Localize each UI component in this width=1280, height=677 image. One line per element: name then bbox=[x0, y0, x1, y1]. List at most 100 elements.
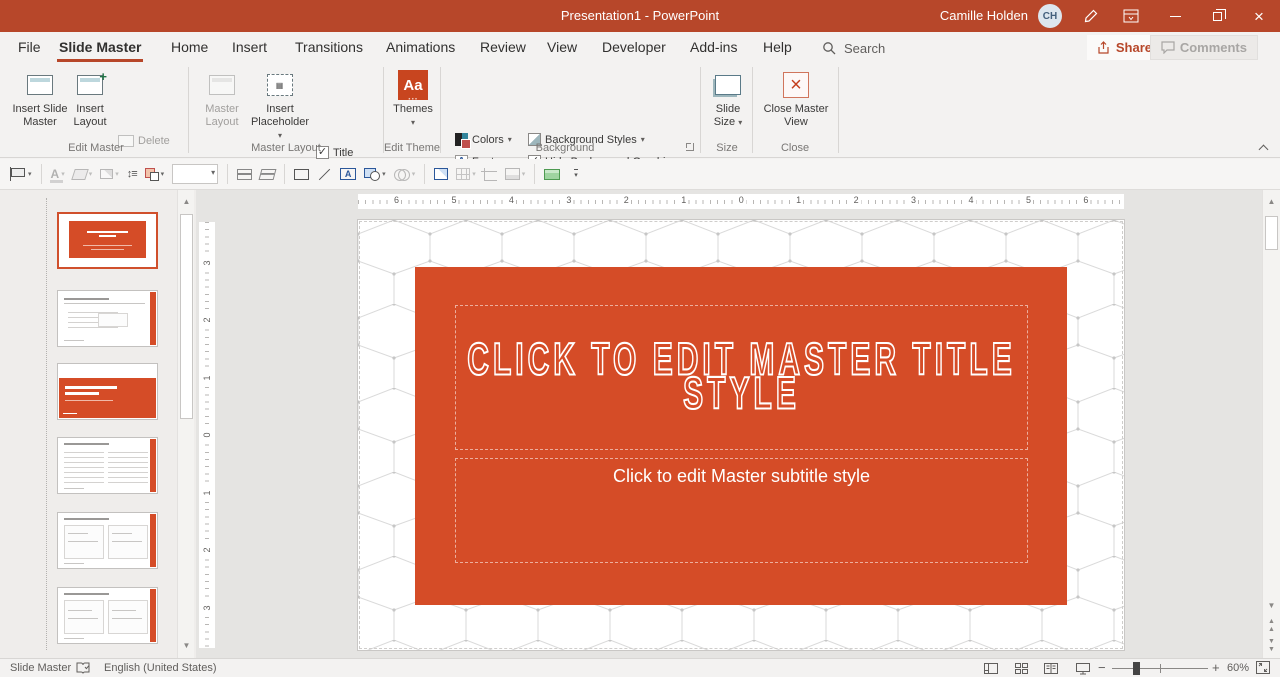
master-layout-icon bbox=[209, 75, 235, 95]
zoom-level-label[interactable]: 60% bbox=[1227, 659, 1249, 677]
shapes-icon[interactable]: ▾ bbox=[360, 162, 390, 186]
hruler-number: 5 bbox=[449, 195, 458, 205]
close-master-view-button[interactable]: × Close Master View bbox=[758, 67, 834, 145]
master-layout-button[interactable]: Master Layout bbox=[196, 67, 248, 145]
tab-review[interactable]: Review bbox=[478, 32, 528, 62]
thumbnail-scroll-up-icon[interactable]: ▲ bbox=[179, 194, 194, 210]
tab-view[interactable]: View bbox=[545, 32, 579, 62]
title-slide-background-shape[interactable]: CLICK TO EDIT MASTER TITLE STYLE Click t… bbox=[415, 267, 1067, 605]
tab-animations[interactable]: Animations bbox=[384, 32, 457, 62]
edit-shape-icon[interactable] bbox=[430, 162, 452, 186]
crop-icon[interactable] bbox=[480, 162, 501, 186]
insert-layout-icon: + bbox=[77, 75, 103, 95]
hruler-number: 1 bbox=[679, 195, 688, 205]
picture-icon[interactable]: ▾ bbox=[501, 162, 530, 186]
zoom-slider-handle[interactable] bbox=[1133, 662, 1140, 675]
slide-sorter-view-icon[interactable] bbox=[1010, 661, 1032, 676]
change-shape-color-icon[interactable]: ▾ bbox=[141, 162, 169, 186]
background-dialog-launcher-icon[interactable] bbox=[686, 143, 694, 151]
shape-outline-icon[interactable]: ▾ bbox=[96, 162, 123, 186]
line-shape-icon[interactable] bbox=[313, 162, 336, 186]
zoom-out-button[interactable]: − bbox=[1098, 659, 1106, 677]
tab-help[interactable]: Help bbox=[761, 32, 794, 62]
line-spacing-icon[interactable]: ↕≡ bbox=[123, 162, 141, 186]
vruler-number: 2 bbox=[202, 312, 212, 328]
tab-transitions[interactable]: Transitions bbox=[293, 32, 365, 62]
layout-options-icon[interactable]: ▾ bbox=[6, 162, 36, 186]
insert-placeholder-button[interactable]: ▦ Insert Placeholder ▾ bbox=[248, 67, 312, 145]
close-master-view-icon: × bbox=[783, 72, 809, 98]
proofing-icon[interactable] bbox=[76, 662, 90, 674]
toolbar-overflow-icon[interactable]: ▾ bbox=[570, 162, 582, 186]
user-name[interactable]: Camille Holden bbox=[940, 0, 1028, 32]
master-title-placeholder[interactable]: CLICK TO EDIT MASTER TITLE STYLE bbox=[455, 305, 1028, 450]
comments-button[interactable]: Comments bbox=[1150, 35, 1258, 60]
group-separator bbox=[838, 67, 839, 153]
font-color-icon[interactable]: A▾ bbox=[47, 162, 69, 186]
minimize-button[interactable] bbox=[1154, 0, 1196, 32]
master-title-line-2: STYLE bbox=[683, 369, 800, 420]
restore-button[interactable] bbox=[1196, 0, 1238, 32]
shape-fill-icon[interactable]: ▾ bbox=[69, 162, 97, 186]
main-scrollbar-thumb[interactable] bbox=[1265, 216, 1278, 250]
tab-file[interactable]: File bbox=[16, 32, 43, 62]
slideshow-view-icon[interactable] bbox=[1072, 661, 1094, 676]
thumbnail-layout-section[interactable] bbox=[57, 363, 158, 420]
group-separator bbox=[383, 67, 384, 153]
rectangle-shape-icon[interactable] bbox=[290, 162, 313, 186]
thumbnail-scroll-down-icon[interactable]: ▼ bbox=[179, 638, 194, 654]
group-label-edit-theme: Edit Theme bbox=[383, 142, 441, 154]
previous-slide-icon[interactable]: ▲▲ bbox=[1264, 618, 1279, 634]
scroll-up-icon[interactable]: ▲ bbox=[1264, 194, 1279, 210]
distribute-table-icon[interactable] bbox=[540, 162, 564, 186]
rotate-objects-icon[interactable] bbox=[256, 162, 279, 186]
scroll-down-icon[interactable]: ▼ bbox=[1264, 598, 1279, 614]
insert-slide-master-button[interactable]: Insert Slide Master bbox=[12, 67, 68, 145]
vertical-ruler: 3210123 bbox=[198, 190, 216, 658]
font-size-combobox[interactable] bbox=[168, 162, 222, 186]
ink-pen-icon[interactable] bbox=[1070, 0, 1112, 32]
thumbnail-layout-comparison-2[interactable] bbox=[57, 587, 158, 644]
tab-insert[interactable]: Insert bbox=[230, 32, 269, 62]
thumbnail-master-title[interactable] bbox=[57, 212, 158, 269]
zoom-in-button[interactable]: + bbox=[1212, 659, 1220, 677]
next-slide-icon[interactable]: ▼▼ bbox=[1264, 638, 1279, 654]
ribbon-display-icon[interactable] bbox=[1110, 0, 1152, 32]
thumbnail-layout-title-content[interactable] bbox=[57, 290, 158, 347]
slide-editing-area[interactable]: CLICK TO EDIT MASTER TITLE STYLE Click t… bbox=[358, 220, 1124, 650]
search-input[interactable]: Search bbox=[822, 36, 885, 60]
thumbnail-layout-two-lists[interactable] bbox=[57, 437, 158, 494]
table-grid-icon[interactable]: ▾ bbox=[452, 162, 480, 186]
insert-layout-button[interactable]: + Insert Layout bbox=[68, 67, 112, 145]
thumbnail-scrollbar[interactable]: ▲ ▼ bbox=[177, 190, 194, 658]
text-box-icon[interactable]: A bbox=[336, 162, 360, 186]
slide-size-button[interactable]: Slide Size ▾ bbox=[706, 67, 750, 145]
fit-slide-to-window-icon[interactable] bbox=[1256, 661, 1270, 674]
group-label-size: Size bbox=[702, 142, 752, 154]
comments-icon bbox=[1161, 41, 1175, 54]
normal-view-icon[interactable] bbox=[980, 661, 1002, 676]
close-button[interactable]: × bbox=[1238, 0, 1280, 32]
thumbnail-scrollbar-thumb[interactable] bbox=[180, 214, 193, 419]
main-scrollbar[interactable]: ▲ ▼ ▲▲ ▼▼ bbox=[1262, 190, 1280, 658]
language-label[interactable]: English (United States) bbox=[104, 659, 217, 677]
hruler-number: 5 bbox=[1024, 195, 1033, 205]
ribbon-tab-row: File Slide Master Home Insert Transition… bbox=[0, 32, 1280, 62]
merge-shapes-icon[interactable]: ▾ bbox=[390, 162, 420, 186]
group-separator bbox=[440, 67, 441, 153]
tab-home[interactable]: Home bbox=[169, 32, 210, 62]
avatar[interactable]: CH bbox=[1038, 4, 1062, 28]
collapse-ribbon-icon[interactable] bbox=[1256, 142, 1272, 154]
zoom-slider-center-tick bbox=[1160, 664, 1161, 673]
thumbnail-layout-comparison-1[interactable] bbox=[57, 512, 158, 569]
tab-add-ins[interactable]: Add-ins bbox=[688, 32, 739, 62]
tab-developer[interactable]: Developer bbox=[600, 32, 668, 62]
hruler-number: 6 bbox=[1081, 195, 1090, 205]
themes-button[interactable]: Aa Themes ▾ bbox=[391, 67, 435, 145]
align-objects-icon[interactable] bbox=[233, 162, 256, 186]
reading-view-icon[interactable] bbox=[1040, 661, 1062, 676]
tab-slide-master[interactable]: Slide Master bbox=[57, 32, 143, 62]
view-mode-label: Slide Master bbox=[10, 659, 71, 677]
hruler-number: 3 bbox=[564, 195, 573, 205]
master-subtitle-placeholder[interactable]: Click to edit Master subtitle style bbox=[455, 458, 1028, 563]
